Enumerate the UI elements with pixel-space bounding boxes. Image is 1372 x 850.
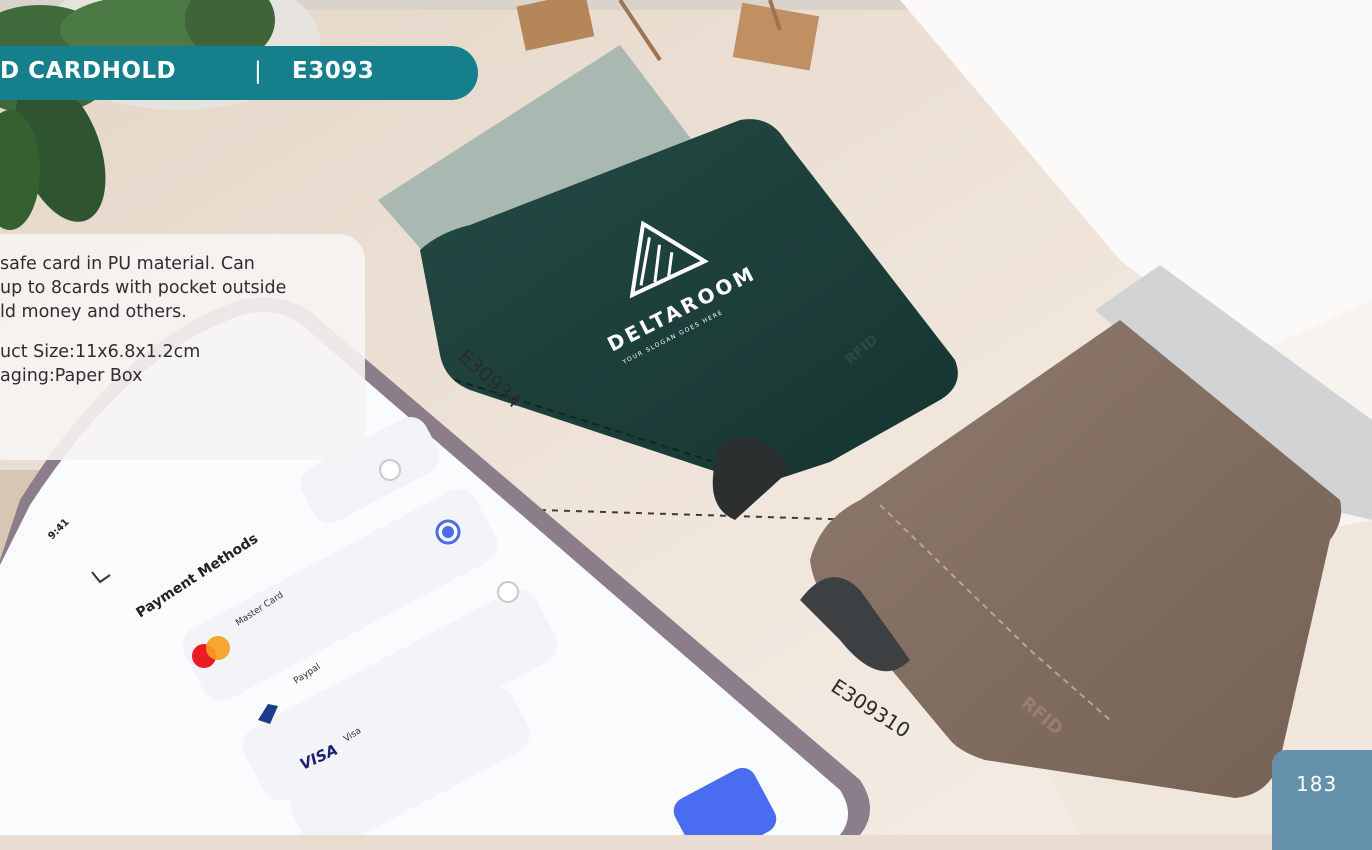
product-description: safe card in PU material. Can up to 8car… [0,252,360,388]
packaging: aging:Paper Box [0,366,143,386]
header-separator: | [254,58,263,84]
radio-unselected [497,581,519,603]
description-line: ld money and others. [0,302,187,322]
page-number: 183 [1296,772,1338,796]
description-line: safe card in PU material. Can [0,254,255,274]
page-number-tab [1272,750,1372,850]
description-line: up to 8cards with pocket outside [0,278,287,298]
product-code: E3093 [292,58,375,84]
product-name: D CARDHOLD [0,58,177,84]
radio-unselected [379,459,401,481]
product-header: D CARDHOLD | E3093 [0,46,478,100]
product-size: uct Size:11x6.8x1.2cm [0,342,201,362]
